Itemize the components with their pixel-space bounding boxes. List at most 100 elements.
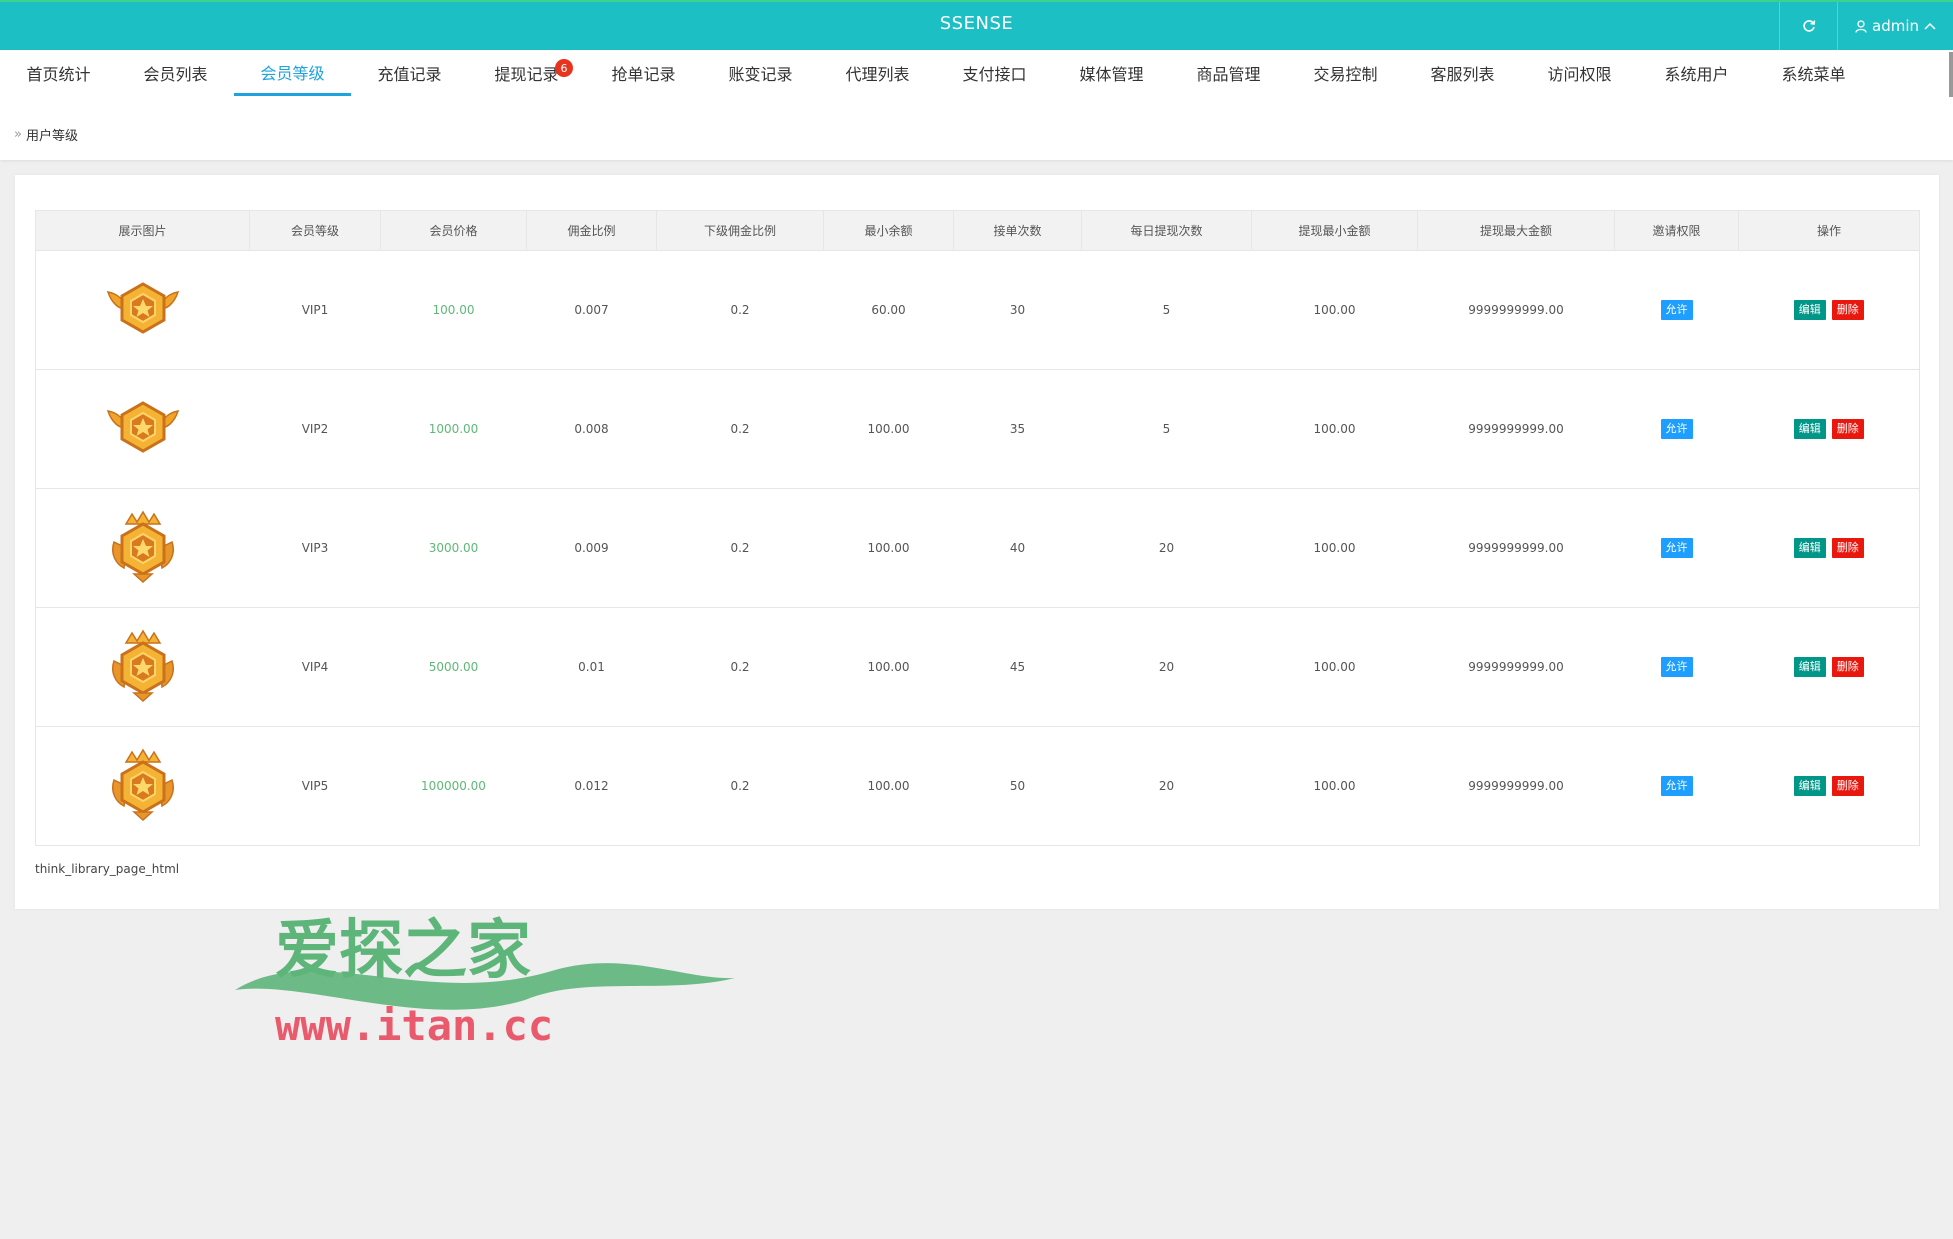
commission-ratio: 0.012 — [526, 726, 657, 846]
member-price: 100000.00 — [380, 726, 527, 846]
col-header-min-balance: 最小余额 — [823, 210, 954, 251]
withdraw-min-amount: 100.00 — [1251, 250, 1418, 370]
delete-button[interactable]: 删除 — [1831, 300, 1864, 320]
top-bar: SSENSE admin — [0, 0, 1953, 50]
tab-label: 系统菜单 — [1781, 65, 1846, 84]
tab-system-users[interactable]: 系统用户 — [1638, 50, 1755, 96]
tab-label: 支付接口 — [962, 65, 1027, 84]
invite-permission-cell: 允许 — [1614, 607, 1739, 727]
sub-commission-ratio: 0.2 — [656, 369, 824, 489]
member-level: VIP3 — [249, 488, 381, 608]
notification-badge: 6 — [555, 59, 573, 77]
col-header-image: 展示图片 — [35, 210, 250, 251]
vip-badge-icon — [111, 510, 174, 584]
level-badge-cell — [35, 726, 250, 846]
withdraw-min-amount: 100.00 — [1251, 369, 1418, 489]
delete-button[interactable]: 删除 — [1831, 419, 1864, 439]
col-header-invite: 邀请权限 — [1614, 210, 1739, 251]
withdraw-min-amount: 100.00 — [1251, 726, 1418, 846]
withdraw-max-amount: 9999999999.00 — [1417, 726, 1615, 846]
table-row: VIP2 1000.00 0.008 0.2 100.00 35 5 100.00 999999… — [35, 369, 1920, 489]
member-level: VIP4 — [249, 607, 381, 727]
member-price: 1000.00 — [380, 369, 527, 489]
watermark-url: www.itan.cc — [275, 1001, 553, 1050]
invite-allow-badge[interactable]: 允许 — [1660, 419, 1693, 439]
order-count: 35 — [953, 369, 1082, 489]
col-header-withdraw-min: 提现最小金额 — [1251, 210, 1418, 251]
vip-badge-icon — [111, 748, 174, 822]
col-header-price: 会员价格 — [380, 210, 527, 251]
tab-label: 系统用户 — [1664, 65, 1729, 84]
tab-account-change-records[interactable]: 账变记录 — [702, 50, 819, 96]
content-panel: 展示图片 会员等级 会员价格 佣金比例 下级佣金比例 最小余额 接单次数 每日提… — [15, 175, 1939, 909]
actions-cell: 编辑 删除 — [1738, 726, 1920, 846]
order-count: 30 — [953, 250, 1082, 370]
col-header-orders: 接单次数 — [953, 210, 1082, 251]
breadcrumb-current: 用户等级 — [25, 129, 78, 144]
invite-permission-cell: 允许 — [1614, 250, 1739, 370]
tab-member-level[interactable]: 会员等级 — [234, 50, 351, 96]
tab-recharge-records[interactable]: 充值记录 — [351, 50, 468, 96]
scrollbar[interactable] — [1949, 52, 1953, 97]
tab-trade-control[interactable]: 交易控制 — [1287, 50, 1404, 96]
withdraw-max-amount: 9999999999.00 — [1417, 607, 1615, 727]
min-balance: 100.00 — [823, 369, 954, 489]
col-header-daily-withdraw: 每日提现次数 — [1081, 210, 1252, 251]
level-badge-cell — [35, 488, 250, 608]
withdraw-max-amount: 9999999999.00 — [1417, 369, 1615, 489]
member-price: 5000.00 — [380, 607, 527, 727]
invite-allow-badge[interactable]: 允许 — [1660, 538, 1693, 558]
delete-button[interactable]: 删除 — [1831, 776, 1864, 796]
refresh-icon — [1802, 20, 1815, 32]
edit-button[interactable]: 编辑 — [1793, 776, 1826, 796]
withdraw-min-amount: 100.00 — [1251, 607, 1418, 727]
main-nav: 首页统计 会员列表 会员等级 充值记录 提现记录 6 抢单记录 账变记录 代理列表… — [0, 50, 1953, 160]
min-balance: 100.00 — [823, 488, 954, 608]
watermark-logo: 爱探之家 www.itan.cc — [235, 914, 735, 1050]
brand-title: SSENSE — [939, 13, 1014, 34]
commission-ratio: 0.008 — [526, 369, 657, 489]
tab-member-list[interactable]: 会员列表 — [117, 50, 234, 96]
tab-label: 充值记录 — [377, 65, 442, 84]
tab-product-management[interactable]: 商品管理 — [1170, 50, 1287, 96]
vip-badge-icon — [111, 629, 174, 703]
daily-withdraw-count: 5 — [1081, 250, 1252, 370]
tab-dashboard[interactable]: 首页统计 — [0, 50, 117, 96]
edit-button[interactable]: 编辑 — [1793, 657, 1826, 677]
tab-media-management[interactable]: 媒体管理 — [1053, 50, 1170, 96]
actions-cell: 编辑 删除 — [1738, 607, 1920, 727]
user-menu-button[interactable]: admin — [1837, 2, 1953, 50]
tab-grab-order-records[interactable]: 抢单记录 — [585, 50, 702, 96]
member-level-table: 展示图片 会员等级 会员价格 佣金比例 下级佣金比例 最小余额 接单次数 每日提… — [35, 210, 1920, 846]
member-level: VIP1 — [249, 250, 381, 370]
tab-label: 会员等级 — [260, 63, 325, 83]
tab-access-permissions[interactable]: 访问权限 — [1521, 50, 1638, 96]
tab-customer-service[interactable]: 客服列表 — [1404, 50, 1521, 96]
invite-permission-cell: 允许 — [1614, 369, 1739, 489]
tab-label: 媒体管理 — [1079, 65, 1144, 84]
min-balance: 100.00 — [823, 607, 954, 727]
tab-system-menu[interactable]: 系统菜单 — [1755, 50, 1872, 96]
col-header-actions: 操作 — [1738, 210, 1920, 251]
refresh-button[interactable] — [1779, 2, 1837, 50]
tab-label: 抢单记录 — [611, 65, 676, 84]
invite-allow-badge[interactable]: 允许 — [1660, 300, 1693, 320]
tab-agent-list[interactable]: 代理列表 — [819, 50, 936, 96]
user-icon — [1855, 19, 1867, 33]
vip-badge-icon — [106, 282, 179, 334]
table-row: VIP5 100000.00 0.012 0.2 100.00 50 20 100.00 999… — [35, 726, 1920, 846]
daily-withdraw-count: 20 — [1081, 726, 1252, 846]
tab-payment-api[interactable]: 支付接口 — [936, 50, 1053, 96]
delete-button[interactable]: 删除 — [1831, 538, 1864, 558]
edit-button[interactable]: 编辑 — [1793, 300, 1826, 320]
delete-button[interactable]: 删除 — [1831, 657, 1864, 677]
level-badge-cell — [35, 369, 250, 489]
edit-button[interactable]: 编辑 — [1793, 419, 1826, 439]
invite-allow-badge[interactable]: 允许 — [1660, 657, 1693, 677]
commission-ratio: 0.01 — [526, 607, 657, 727]
invite-allow-badge[interactable]: 允许 — [1660, 776, 1693, 796]
invite-permission-cell: 允许 — [1614, 488, 1739, 608]
edit-button[interactable]: 编辑 — [1793, 538, 1826, 558]
pagination: think_library_page_html — [35, 862, 180, 876]
tab-withdraw-records[interactable]: 提现记录 6 — [468, 50, 585, 96]
